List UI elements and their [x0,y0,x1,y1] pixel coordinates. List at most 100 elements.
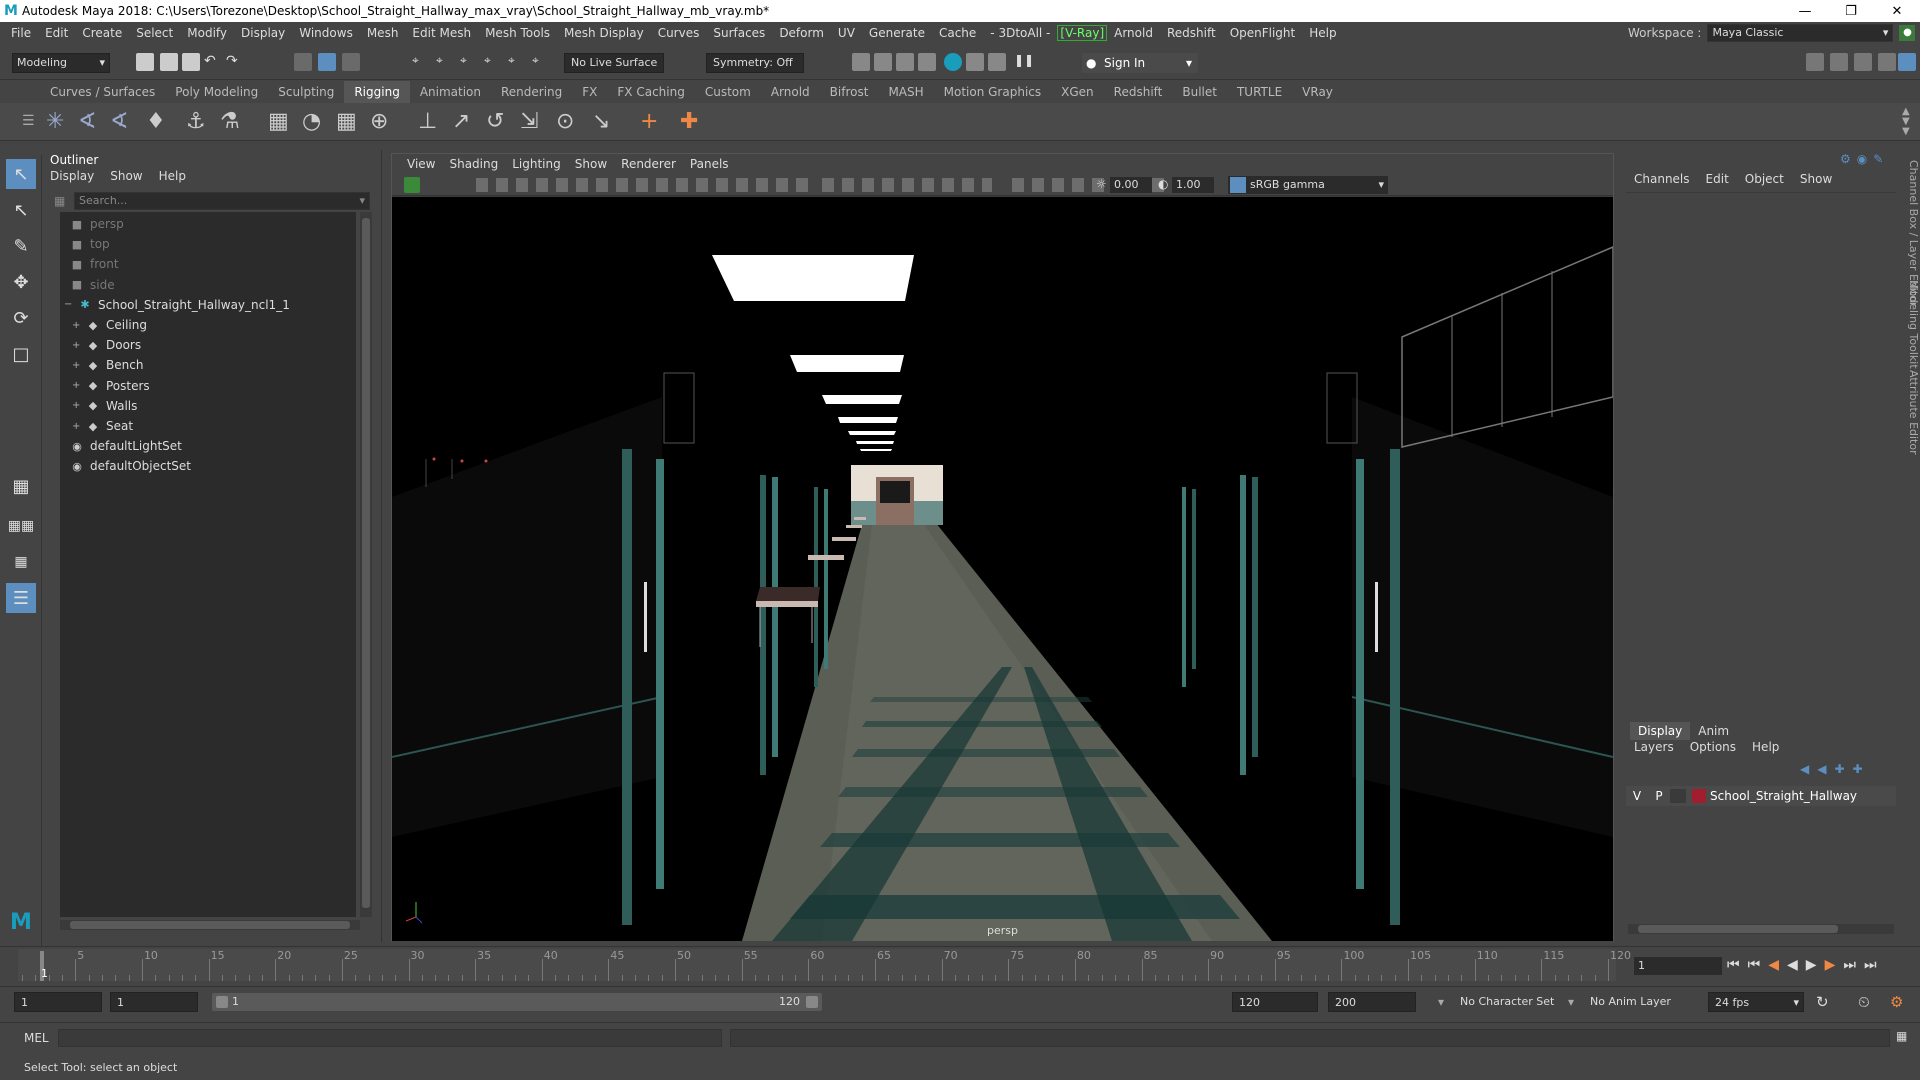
layer-editor-scrollbar[interactable] [1628,924,1894,934]
rotate-tool-icon[interactable]: ⟳ [6,303,36,333]
side-tab-modeling-toolkit[interactable]: Modeling Toolkit [1902,280,1920,369]
workspace-dropdown[interactable]: Maya Classic ▾ [1707,24,1894,42]
four-view-layout-icon[interactable]: ▦▦ [6,511,36,541]
maya-home-icon[interactable]: M [6,907,36,937]
menu-mesh-tools[interactable]: Mesh Tools [478,26,557,40]
attribute-editor-icon[interactable] [1854,53,1872,71]
live-surface-field[interactable]: No Live Surface [564,53,664,73]
point-constraint-icon[interactable]: ⊥ [418,109,444,135]
script-editor-icon[interactable]: ▦ [1896,1029,1907,1043]
layer-menu-help[interactable]: Help [1744,740,1787,758]
new-scene-icon[interactable] [136,53,154,71]
menu-set-dropdown[interactable]: Modeling ▾ [12,53,110,73]
expand-toggle-icon[interactable]: − [64,299,78,310]
menu-modify[interactable]: Modify [180,26,234,40]
viewport-menu-shading[interactable]: Shading [442,157,505,171]
select-hierarchy-icon[interactable] [294,53,312,71]
outliner-item[interactable]: + ◆ Seat [60,416,356,436]
menu-select[interactable]: Select [129,26,180,40]
character-controls-icon[interactable] [1830,53,1848,71]
expand-toggle-icon[interactable]: + [72,421,86,432]
layer-playback-toggle[interactable]: P [1648,789,1670,803]
range-start-handle[interactable] [216,996,228,1008]
outliner-item[interactable]: ◉ defaultLightSet [60,436,356,456]
ik-spline-icon[interactable]: ∢ [110,109,136,135]
shelf-tab-animation[interactable]: Animation [410,81,491,103]
expand-toggle-icon[interactable]: + [72,380,86,391]
viewport-menu-view[interactable]: View [400,157,442,171]
select-object-icon[interactable] [318,53,336,71]
layer-menu-layers[interactable]: Layers [1626,740,1682,758]
single-perspective-layout-icon[interactable]: ▦ [6,471,36,501]
render-frame-icon[interactable] [852,53,870,71]
step-back-key-icon[interactable]: ⏮ [1748,957,1761,973]
vray-ipr-icon[interactable] [988,53,1006,71]
fps-dropdown[interactable]: 24 fps ▾ [1708,992,1804,1012]
viewport-tool-icons[interactable] [476,178,816,192]
anim-layer-label[interactable]: No Anim Layer [1590,992,1671,1012]
shelf-menu-icon[interactable]: ☰ [22,113,35,129]
outliner-horizontal-scrollbar[interactable] [60,920,360,930]
outliner-item[interactable]: ■ front [60,254,356,274]
vray-render-icon[interactable] [944,53,962,71]
shelf-tab-arnold[interactable]: Arnold [761,81,820,103]
snap-view-plane-icon[interactable]: ⌖ [508,53,526,71]
move-tool-icon[interactable]: ✥ [6,267,36,297]
minimize-button[interactable]: — [1782,0,1828,22]
shelf-tab-redshift[interactable]: Redshift [1104,81,1173,103]
menu-windows[interactable]: Windows [292,26,360,40]
make-live-icon[interactable]: ⌖ [532,53,550,71]
playback-start-field[interactable]: 1 [110,992,198,1012]
outliner-item[interactable]: + ◆ Doors [60,335,356,355]
outliner-item[interactable]: ◉ defaultObjectSet [60,456,356,476]
layer-color-swatch[interactable] [1692,789,1706,803]
modeling-toolkit-icon[interactable] [1806,53,1824,71]
select-tool-icon[interactable]: ↖ [6,159,36,189]
expand-toggle-icon[interactable]: + [72,320,86,331]
ipr-render-icon[interactable] [896,53,914,71]
redo-icon[interactable]: ↷ [226,53,244,71]
move-layer-down-icon[interactable]: ◀ [1817,762,1826,776]
layer-tab-anim[interactable]: Anim [1690,722,1737,740]
channel-box-menu-edit[interactable]: Edit [1698,172,1737,186]
side-tab-attribute-editor[interactable]: Attribute Editor [1902,370,1920,455]
snap-point-icon[interactable]: ⌖ [460,53,478,71]
menu-uv[interactable]: UV [831,26,862,40]
tool-settings-icon[interactable] [1878,53,1896,71]
outliner-item[interactable]: ■ persp [60,214,356,234]
command-language-label[interactable]: MEL [24,1031,49,1045]
play-forward-icon[interactable]: ▶ [1806,957,1817,973]
orient-constraint-icon[interactable]: ↺ [486,109,512,135]
lattice-icon[interactable]: ▦ [336,109,362,135]
play-backward-icon[interactable]: ◀ [1787,957,1798,973]
outliner-item[interactable]: + ◆ Bench [60,355,356,375]
animation-preferences-icon[interactable]: ⚙ [1890,993,1903,1011]
menu-help[interactable]: Help [1302,26,1343,40]
new-layer-icon[interactable]: ✚ [1834,762,1844,776]
layer-tab-display[interactable]: Display [1630,722,1691,740]
symmetry-dropdown[interactable]: Symmetry: Off [706,53,804,73]
snap-curve-icon[interactable]: ⌖ [436,53,454,71]
menu-arnold[interactable]: Arnold [1107,26,1160,40]
outliner-item[interactable]: + ◆ Ceiling [60,315,356,335]
render-settings-icon[interactable] [918,53,936,71]
layer-menu-options[interactable]: Options [1682,740,1744,758]
outliner-search-input[interactable]: Search... ▾ [74,192,370,210]
outliner-vertical-scrollbar[interactable] [360,212,372,917]
perspective-outliner-layout-icon[interactable]: ▦ [6,547,36,577]
character-set-label[interactable]: No Character Set [1460,992,1554,1012]
shelf-tab-fx-caching[interactable]: FX Caching [607,81,694,103]
sign-in-button[interactable]: ● Sign In ▾ [1082,53,1198,73]
menu-3dtoall[interactable]: - 3DtoAll - [983,26,1057,40]
undo-icon[interactable]: ↶ [204,53,222,71]
outliner-item[interactable]: − ✱ School_Straight_Hallway_ncl1_1 [60,295,356,315]
loop-icon[interactable]: ↻ [1816,993,1829,1011]
channel-box-menu-show[interactable]: Show [1792,172,1840,186]
viewport-scene[interactable]: persp [392,197,1613,941]
tool-settings-icon[interactable]: ✎ [1873,152,1883,166]
skeleton-icon[interactable]: ⚗ [220,109,246,135]
range-end-handle[interactable] [806,996,818,1008]
viewport-menu-renderer[interactable]: Renderer [614,157,683,171]
cluster-icon[interactable]: ⊕ [370,109,396,135]
shelf-tab-mash[interactable]: MASH [878,81,933,103]
